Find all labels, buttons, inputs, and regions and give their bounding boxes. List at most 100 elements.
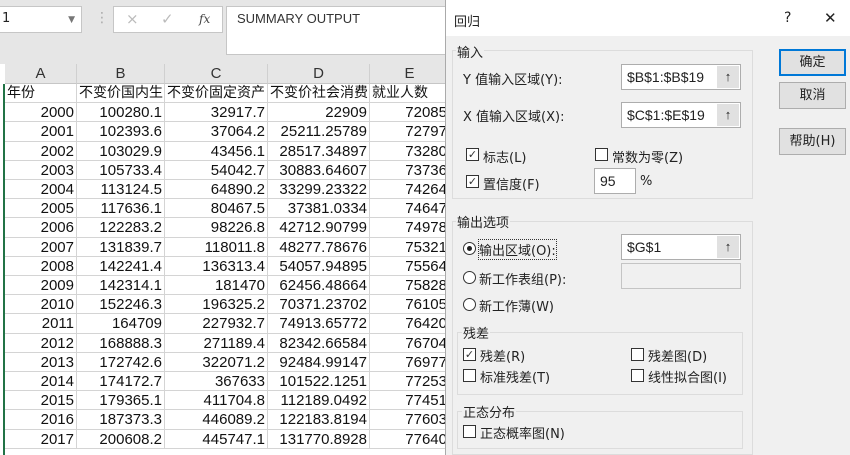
help-button[interactable]: 帮助(H) xyxy=(779,128,846,155)
cell[interactable]: 2017 xyxy=(5,429,77,449)
cell[interactable]: 2007 xyxy=(5,237,77,257)
cell[interactable]: 22909 xyxy=(268,103,370,123)
cell[interactable]: 42712.90799 xyxy=(268,218,370,238)
cell[interactable]: 54057.94895 xyxy=(268,256,370,276)
cell[interactable]: 2006 xyxy=(5,218,77,238)
cancel-button[interactable]: 取消 xyxy=(779,82,846,109)
cell[interactable]: 75564 xyxy=(370,256,450,276)
residuals-checkbox[interactable]: ✓ xyxy=(463,348,476,361)
cell[interactable]: 122283.2 xyxy=(77,218,165,238)
cell[interactable]: 2014 xyxy=(5,372,77,392)
cell[interactable]: 112189.0492 xyxy=(268,391,370,411)
cell[interactable]: 72797 xyxy=(370,122,450,142)
output-range-radio[interactable] xyxy=(463,242,476,255)
cell[interactable]: 2016 xyxy=(5,410,77,430)
close-icon[interactable]: ✕ xyxy=(824,9,837,27)
confidence-input[interactable]: 95 xyxy=(594,168,636,194)
cell[interactable]: 172742.6 xyxy=(77,352,165,372)
cell[interactable]: 164709 xyxy=(77,314,165,334)
cell[interactable]: 25211.25789 xyxy=(268,122,370,142)
cell[interactable]: 103029.9 xyxy=(77,141,165,161)
cell[interactable]: 76977 xyxy=(370,352,450,372)
cell[interactable]: 62456.48664 xyxy=(268,276,370,296)
cell[interactable]: 142314.1 xyxy=(77,276,165,296)
cell[interactable]: 74647 xyxy=(370,199,450,219)
cell[interactable]: 76105 xyxy=(370,295,450,315)
cell[interactable]: 73280 xyxy=(370,141,450,161)
cell[interactable]: 73736 xyxy=(370,160,450,180)
cell[interactable]: 72085 xyxy=(370,103,450,123)
fx-icon[interactable]: fx xyxy=(199,12,210,26)
cell[interactable]: 102393.6 xyxy=(77,122,165,142)
spreadsheet-grid[interactable]: A B C D E 年份 不变价国内生 不变价固定资产 不变价社会消费 就业人数 2000 10028… xyxy=(0,64,450,455)
cell[interactable]: 不变价固定资产 xyxy=(165,84,268,104)
cell[interactable]: 2005 xyxy=(5,199,77,219)
cell[interactable]: 174172.7 xyxy=(77,372,165,392)
column-header-C[interactable]: C xyxy=(165,64,268,84)
column-header-D[interactable]: D xyxy=(268,64,370,84)
cell[interactable]: 113124.5 xyxy=(77,180,165,200)
cell[interactable]: 118011.8 xyxy=(165,237,268,257)
collapse-ref-icon[interactable]: ↑ xyxy=(717,236,739,258)
cell[interactable]: 100280.1 xyxy=(77,103,165,123)
cell[interactable]: 76704 xyxy=(370,333,450,353)
cell[interactable]: 70371.23702 xyxy=(268,295,370,315)
std-residuals-checkbox[interactable] xyxy=(463,369,476,382)
cell[interactable]: 168888.3 xyxy=(77,333,165,353)
cell[interactable]: 142241.4 xyxy=(77,256,165,276)
cell[interactable]: 不变价社会消费 xyxy=(268,84,370,104)
cell[interactable]: 不变价国内生 xyxy=(77,84,165,104)
formula-input[interactable]: SUMMARY OUTPUT xyxy=(226,6,456,55)
cell[interactable]: 271189.4 xyxy=(165,333,268,353)
cell[interactable]: 33299.23322 xyxy=(268,180,370,200)
new-sheet-input[interactable] xyxy=(621,263,741,289)
cell[interactable]: 92484.99147 xyxy=(268,352,370,372)
cell[interactable]: 2000 xyxy=(5,103,77,123)
cell[interactable]: 37064.2 xyxy=(165,122,268,142)
cell[interactable]: 2004 xyxy=(5,180,77,200)
cell[interactable]: 37381.0334 xyxy=(268,199,370,219)
cell[interactable]: 196325.2 xyxy=(165,295,268,315)
cell[interactable]: 98226.8 xyxy=(165,218,268,238)
cell[interactable]: 2001 xyxy=(5,122,77,142)
residual-plot-checkbox[interactable] xyxy=(631,348,644,361)
cell[interactable]: 80467.5 xyxy=(165,199,268,219)
cell[interactable]: 77640 xyxy=(370,429,450,449)
labels-checkbox[interactable]: ✓ xyxy=(466,148,479,161)
cell[interactable]: 54042.7 xyxy=(165,160,268,180)
column-header-B[interactable]: B xyxy=(77,64,165,84)
new-sheet-radio[interactable] xyxy=(463,271,476,284)
chevron-down-icon[interactable]: ▼ xyxy=(68,15,75,25)
x-range-input[interactable]: $C$1:$E$19 ↑ xyxy=(621,102,741,128)
cell[interactable]: 2012 xyxy=(5,333,77,353)
line-fit-checkbox[interactable] xyxy=(631,369,644,382)
cell[interactable]: 48277.78676 xyxy=(268,237,370,257)
y-range-input[interactable]: $B$1:$B$19 ↑ xyxy=(621,64,741,90)
cell[interactable]: 367633 xyxy=(165,372,268,392)
cell[interactable]: 131839.7 xyxy=(77,237,165,257)
cell[interactable]: 75321 xyxy=(370,237,450,257)
collapse-ref-icon[interactable]: ↑ xyxy=(717,104,739,126)
ok-button[interactable]: 确定 xyxy=(779,49,846,76)
cell[interactable]: 77603 xyxy=(370,410,450,430)
cell[interactable]: 117636.1 xyxy=(77,199,165,219)
cancel-icon[interactable]: × xyxy=(126,10,139,28)
cell[interactable]: 就业人数 xyxy=(370,84,450,104)
cell[interactable]: 年份 xyxy=(5,84,77,104)
cell[interactable]: 227932.7 xyxy=(165,314,268,334)
new-book-radio[interactable] xyxy=(463,298,476,311)
help-icon[interactable]: ? xyxy=(784,10,791,26)
cell[interactable]: 43456.1 xyxy=(165,141,268,161)
cell[interactable]: 152246.3 xyxy=(77,295,165,315)
cell[interactable]: 2011 xyxy=(5,314,77,334)
cell[interactable]: 445747.1 xyxy=(165,429,268,449)
cell[interactable]: 2008 xyxy=(5,256,77,276)
cell[interactable]: 76420 xyxy=(370,314,450,334)
cell[interactable]: 200608.2 xyxy=(77,429,165,449)
cell[interactable]: 75828 xyxy=(370,276,450,296)
cell[interactable]: 2015 xyxy=(5,391,77,411)
name-box[interactable]: 1 ▼ xyxy=(0,6,82,33)
cell[interactable]: 122183.8194 xyxy=(268,410,370,430)
cell[interactable]: 179365.1 xyxy=(77,391,165,411)
cell[interactable]: 77451 xyxy=(370,391,450,411)
